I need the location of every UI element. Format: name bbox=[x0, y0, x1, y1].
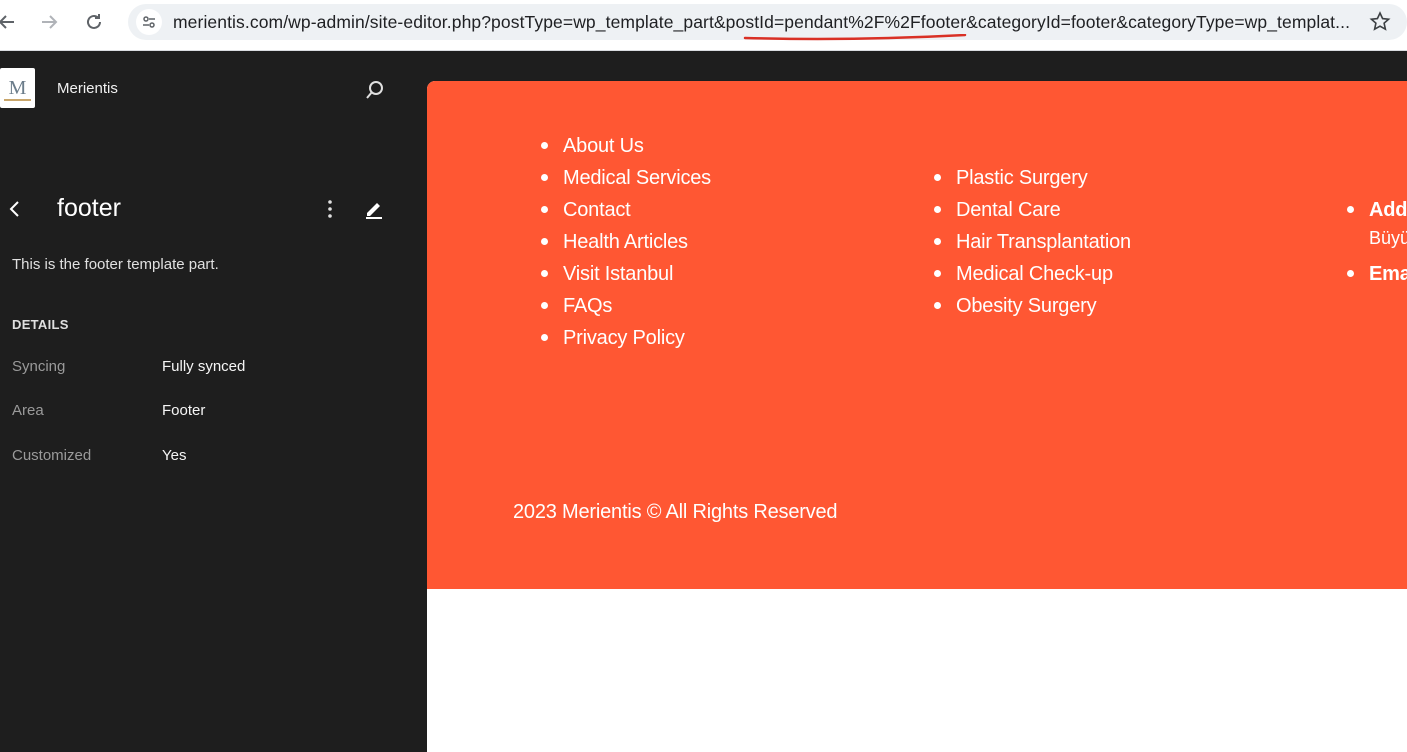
footer-menu-services: Plastic Surgery Dental Care Hair Transpl… bbox=[934, 162, 1131, 322]
site-editor-sidebar: M Merientis footer This is the footer te… bbox=[0, 51, 427, 752]
red-annotation-underline bbox=[743, 34, 967, 41]
site-name[interactable]: Merientis bbox=[57, 80, 118, 97]
footer-link[interactable]: Visit Istanbul bbox=[541, 258, 711, 290]
site-logo[interactable]: M bbox=[0, 68, 35, 108]
editor-canvas: About Us Medical Services Contact Health… bbox=[427, 51, 1407, 752]
detail-row-syncing: Syncing Fully synced bbox=[12, 358, 392, 380]
footer-link[interactable]: Medical Services bbox=[541, 162, 711, 194]
detail-label: Customized bbox=[12, 447, 92, 464]
copyright-text: 2023 Merientis © All Rights Reserved bbox=[513, 501, 838, 523]
footer-link[interactable]: Contact bbox=[541, 194, 711, 226]
footer-link[interactable]: About Us bbox=[541, 130, 711, 162]
contact-item: Addr bbox=[1347, 194, 1407, 226]
detail-value: Yes bbox=[162, 447, 187, 464]
footer-link[interactable]: Plastic Surgery bbox=[934, 162, 1131, 194]
footer-link[interactable]: Obesity Surgery bbox=[934, 290, 1131, 322]
back-chevron-icon[interactable] bbox=[4, 198, 26, 220]
browser-toolbar: merientis.com/wp-admin/site-editor.php?p… bbox=[0, 0, 1407, 51]
detail-row-customized: Customized Yes bbox=[12, 447, 392, 469]
site-info-icon[interactable] bbox=[136, 9, 162, 35]
edit-pencil-icon[interactable] bbox=[362, 197, 386, 221]
detail-label: Syncing bbox=[12, 358, 66, 375]
contact-address-text: Büyü bbox=[1369, 228, 1407, 248]
url-text[interactable]: merientis.com/wp-admin/site-editor.php?p… bbox=[173, 12, 1358, 33]
footer-link[interactable]: Dental Care bbox=[934, 194, 1131, 226]
more-options-icon[interactable] bbox=[318, 197, 342, 221]
contact-item: Ema bbox=[1347, 258, 1407, 290]
detail-value: Fully synced bbox=[162, 358, 246, 375]
back-arrow-icon[interactable] bbox=[0, 9, 20, 35]
bookmark-star-icon[interactable] bbox=[1369, 11, 1391, 33]
footer-link[interactable]: Privacy Policy bbox=[541, 322, 711, 354]
detail-row-area: Area Footer bbox=[12, 402, 392, 424]
footer-link[interactable]: Hair Transplantation bbox=[934, 226, 1131, 258]
detail-value: Footer bbox=[162, 402, 206, 419]
footer-link[interactable]: Medical Check-up bbox=[934, 258, 1131, 290]
footer-link[interactable]: Health Articles bbox=[541, 226, 711, 258]
footer-menu-pages: About Us Medical Services Contact Health… bbox=[541, 130, 711, 354]
footer-link[interactable]: FAQs bbox=[541, 290, 711, 322]
details-heading: DETAILS bbox=[12, 317, 69, 332]
forward-arrow-icon[interactable] bbox=[36, 9, 62, 35]
template-description: This is the footer template part. bbox=[12, 256, 219, 273]
footer-preview[interactable]: About Us Medical Services Contact Health… bbox=[427, 81, 1407, 589]
page-title: footer bbox=[57, 194, 121, 222]
reload-icon[interactable] bbox=[81, 9, 107, 35]
search-icon[interactable] bbox=[363, 78, 387, 102]
detail-label: Area bbox=[12, 402, 44, 419]
